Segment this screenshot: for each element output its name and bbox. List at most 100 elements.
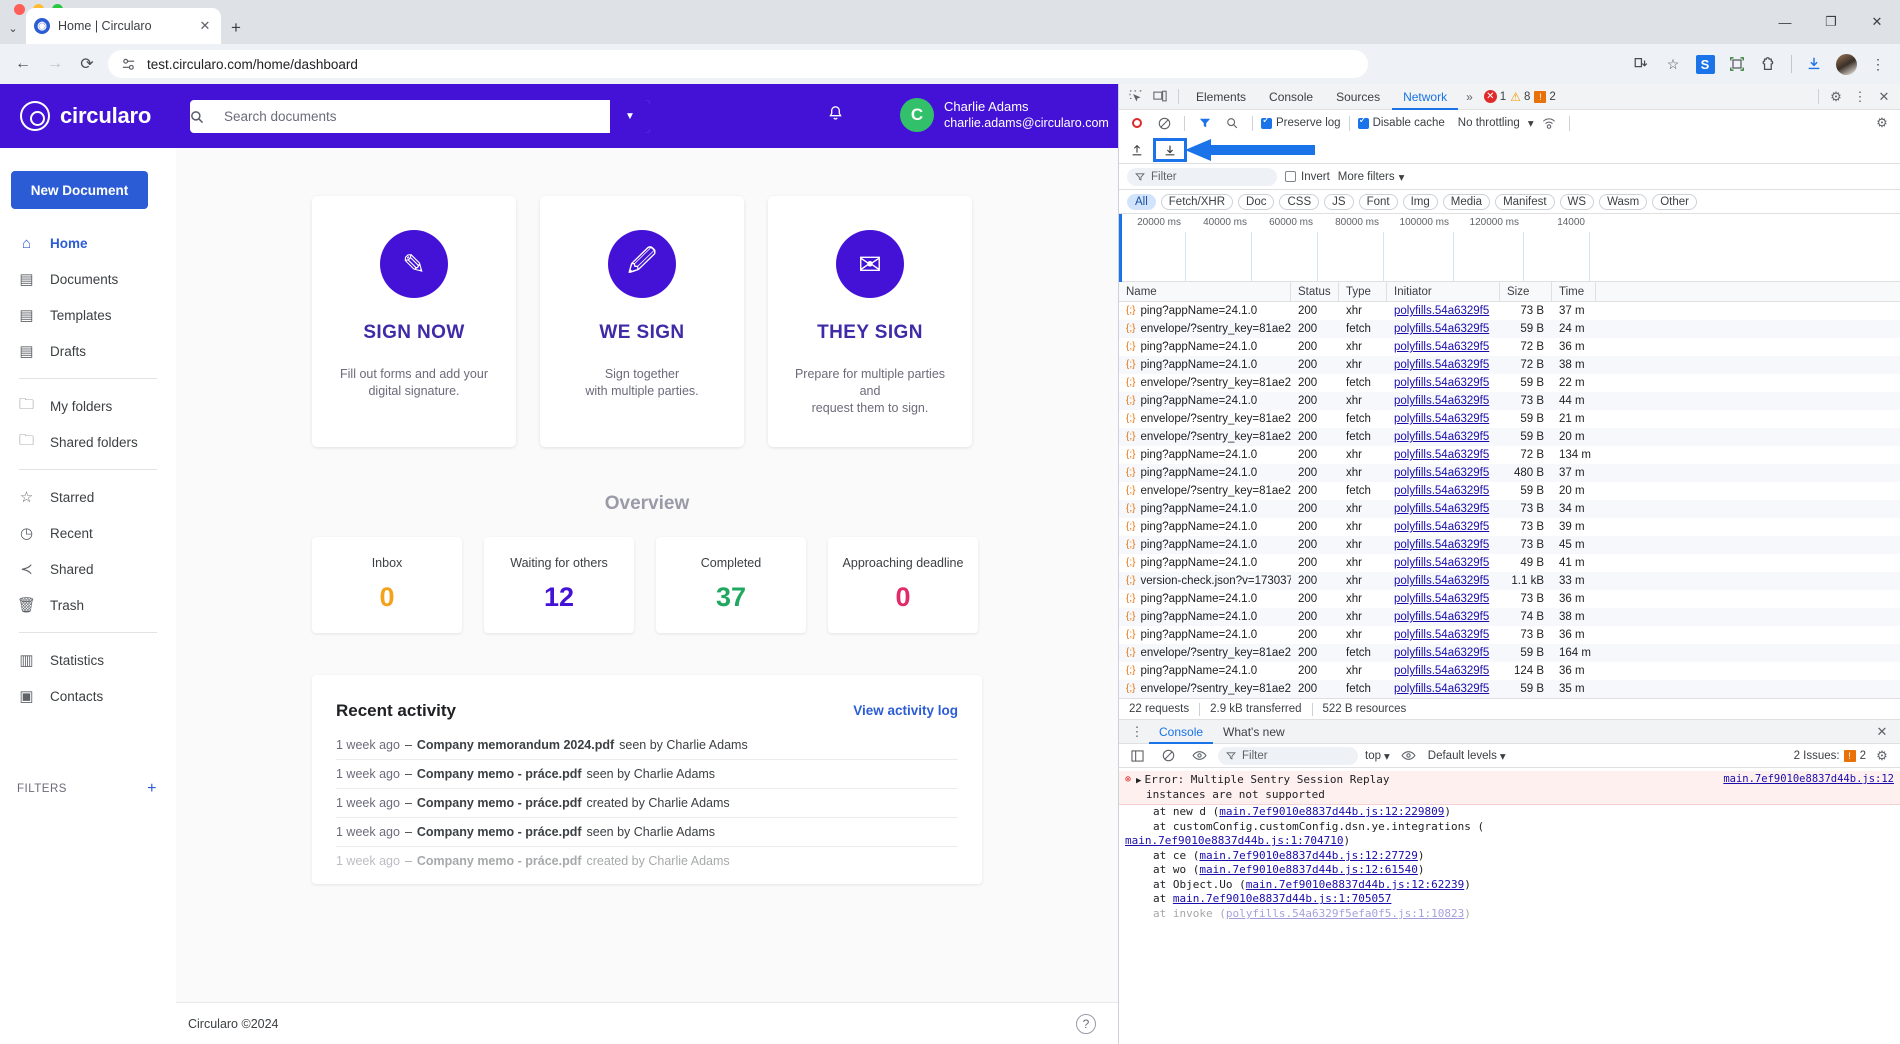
table-row[interactable]: {;}ping?appName=24.1.0200xhrpolyfills.54… [1119,662,1900,680]
install-app-icon[interactable] [1627,50,1655,78]
initiator-link[interactable]: polyfills.54a6329f5 [1394,449,1489,461]
window-maximize-button[interactable]: ❐ [1808,0,1854,44]
initiator-link[interactable]: polyfills.54a6329f5 [1394,359,1489,371]
profile-avatar[interactable] [1832,50,1860,78]
column-header-initiator[interactable]: Initiator [1387,282,1500,302]
initiator-link[interactable]: polyfills.54a6329f5 [1394,323,1489,335]
tab-elements[interactable]: Elements [1185,84,1257,110]
bookmark-star-icon[interactable]: ☆ [1659,50,1687,78]
network-settings-gear-icon[interactable]: ⚙ [1870,112,1894,134]
extensions-puzzle-icon[interactable] [1755,50,1783,78]
sidebar-item-home[interactable]: ⌂ Home [0,225,176,261]
initiator-link[interactable]: polyfills.54a6329f5 [1394,665,1489,677]
upload-har-icon[interactable] [1125,139,1149,161]
sidebar-item-statistics[interactable]: ▥ Statistics [0,642,176,678]
import-har-button-highlight[interactable] [1153,138,1187,162]
clear-network-icon[interactable] [1152,112,1176,134]
sidebar-item-templates[interactable]: ▤ Templates [0,297,176,333]
drawer-tab-whats-new[interactable]: What's new [1213,720,1295,744]
chip-fetch-xhr[interactable]: Fetch/XHR [1161,194,1233,210]
bell-icon[interactable] [826,104,854,132]
table-row[interactable]: {;}envelope/?sentry_key=81ae2dd...200fet… [1119,428,1900,446]
initiator-link[interactable]: polyfills.54a6329f5 [1394,539,1489,551]
sidebar-item-shared-folders[interactable]: 🗀 Shared folders [0,424,176,460]
window-close-dot[interactable] [14,4,25,15]
table-row[interactable]: {;}ping?appName=24.1.0200xhrpolyfills.54… [1119,554,1900,572]
new-tab-button[interactable]: + [224,16,248,40]
chip-other[interactable]: Other [1652,194,1697,210]
activity-row[interactable]: 1 week ago – Company memo - práce.pdf cr… [336,847,958,876]
chip-img[interactable]: Img [1403,194,1438,210]
disable-cache-checkbox[interactable]: Disable cache [1358,117,1445,129]
table-row[interactable]: {;}envelope/?sentry_key=81ae2dd...200fet… [1119,374,1900,392]
sidebar-item-drafts[interactable]: ▤ Drafts [0,333,176,369]
preserve-log-checkbox[interactable]: Preserve log [1261,117,1341,129]
initiator-link[interactable]: polyfills.54a6329f5 [1394,575,1489,587]
initiator-link[interactable]: polyfills.54a6329f5 [1394,341,1489,353]
console-error-message[interactable]: ⊗ ▶Error: Multiple Sentry Session Replay… [1119,771,1900,805]
app-logo[interactable]: circularo [20,101,180,131]
reload-button[interactable]: ⟳ [72,49,102,79]
chip-js[interactable]: JS [1324,194,1353,210]
back-button[interactable]: ← [8,49,38,79]
chip-ws[interactable]: WS [1560,194,1595,210]
table-row[interactable]: {;}ping?appName=24.1.0200xhrpolyfills.54… [1119,608,1900,626]
search-icon[interactable] [1220,112,1244,134]
error-count[interactable]: ✕ 1 [1484,90,1506,103]
initiator-link[interactable]: polyfills.54a6329f5 [1394,557,1489,569]
initiator-link[interactable]: polyfills.54a6329f5 [1394,503,1489,515]
sidebar-item-starred[interactable]: ☆ Starred [0,479,176,515]
column-header-name[interactable]: Name [1119,282,1291,302]
initiator-link[interactable]: polyfills.54a6329f5 [1394,647,1489,659]
activity-row[interactable]: 1 week ago – Company memo - práce.pdf se… [336,760,958,789]
more-filters-dropdown[interactable]: More filters ▾ [1338,170,1405,184]
user-menu[interactable]: C Charlie Adams charlie.adams@circularo.… [900,98,1118,132]
table-row[interactable]: {;}ping?appName=24.1.0200xhrpolyfills.54… [1119,626,1900,644]
drawer-more-icon[interactable]: ⋮ [1125,721,1149,743]
live-expression-eye-icon[interactable] [1187,745,1211,767]
network-conditions-icon[interactable] [1537,112,1561,134]
table-row[interactable]: {;}ping?appName=24.1.0200xhrpolyfills.54… [1119,590,1900,608]
console-context-select[interactable]: top ▾ [1365,749,1390,763]
table-row[interactable]: {;}envelope/?sentry_key=81ae2dd...200fet… [1119,644,1900,662]
activity-row[interactable]: 1 week ago – Company memo - práce.pdf se… [336,818,958,847]
help-icon[interactable]: ? [1076,1014,1096,1034]
chip-manifest[interactable]: Manifest [1495,194,1554,210]
card-sign-now[interactable]: ✎ SIGN NOW Fill out forms and add your d… [312,196,516,447]
table-row[interactable]: {;}ping?appName=24.1.0200xhrpolyfills.54… [1119,392,1900,410]
more-tabs-icon[interactable]: » [1459,90,1480,104]
sidebar-item-recent[interactable]: ◷ Recent [0,515,176,551]
filter-icon[interactable] [1193,112,1217,134]
initiator-link[interactable]: polyfills.54a6329f5 [1394,485,1489,497]
stack-link[interactable]: main.7ef9010e8837d44b.js:12:62239 [1246,878,1465,891]
console-error-source-link[interactable]: main.7ef9010e8837d44b.js:12 [1723,773,1894,802]
search-input[interactable]: Search documents ▼ [190,100,650,133]
tab-close-icon[interactable]: ✕ [197,18,213,34]
throttling-select[interactable]: No throttling ▾ [1454,116,1534,130]
stack-link[interactable]: main.7ef9010e8837d44b.js:12:229809 [1219,805,1444,818]
stack-link[interactable]: polyfills.54a6329f5efa0f5.js:1:10823 [1226,907,1464,920]
initiator-link[interactable]: polyfills.54a6329f5 [1394,413,1489,425]
clear-console-icon[interactable] [1156,745,1180,767]
stack-link[interactable]: main.7ef9010e8837d44b.js:12:27729 [1199,849,1418,862]
record-stop-icon[interactable] [1125,112,1149,134]
chrome-menu-icon[interactable]: ⋮ [1864,50,1892,78]
sidebar-item-documents[interactable]: ▤ Documents [0,261,176,297]
column-header-size[interactable]: Size [1500,282,1552,302]
column-header-time[interactable]: Time [1552,282,1596,302]
chip-doc[interactable]: Doc [1238,194,1274,210]
warning-count[interactable]: ⚠ 8 [1510,90,1530,104]
download-icon[interactable] [1800,50,1828,78]
stat-inbox[interactable]: Inbox 0 [312,537,462,633]
stack-link[interactable]: main.7ef9010e8837d44b.js:1:704710 [1125,834,1344,847]
table-row[interactable]: {;}ping?appName=24.1.0200xhrpolyfills.54… [1119,500,1900,518]
new-document-button[interactable]: New Document [11,171,148,209]
chip-font[interactable]: Font [1359,194,1398,210]
sidebar-item-trash[interactable]: 🗑 Trash [0,587,176,623]
screen-capture-icon[interactable] [1723,50,1751,78]
initiator-link[interactable]: polyfills.54a6329f5 [1394,431,1489,443]
address-bar[interactable]: test.circularo.com/home/dashboard [108,50,1368,78]
console-filter-input[interactable]: Filter [1218,747,1358,765]
console-settings-gear-icon[interactable]: ⚙ [1870,745,1894,767]
stat-completed[interactable]: Completed 37 [656,537,806,633]
